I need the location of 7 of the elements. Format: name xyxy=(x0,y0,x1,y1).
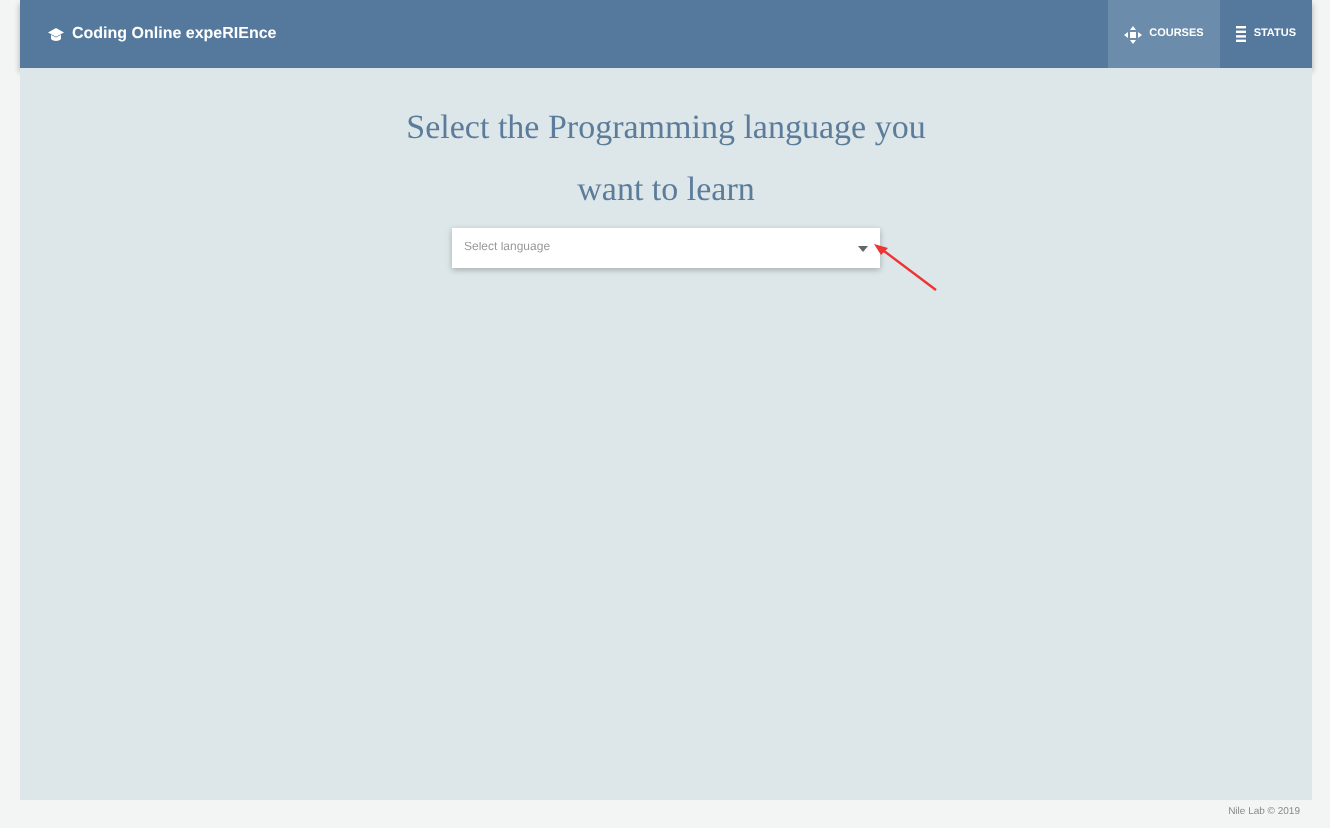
page-heading: Select the Programming language you want to learn xyxy=(404,106,928,212)
move-arrows-icon xyxy=(1123,25,1142,43)
graduation-cap-icon xyxy=(48,27,64,41)
brand-title[interactable]: Coding Online expeRIEnce xyxy=(20,0,277,68)
caret-icon xyxy=(858,246,868,252)
arrow-drawing xyxy=(872,242,940,294)
list-icon xyxy=(1235,26,1246,42)
